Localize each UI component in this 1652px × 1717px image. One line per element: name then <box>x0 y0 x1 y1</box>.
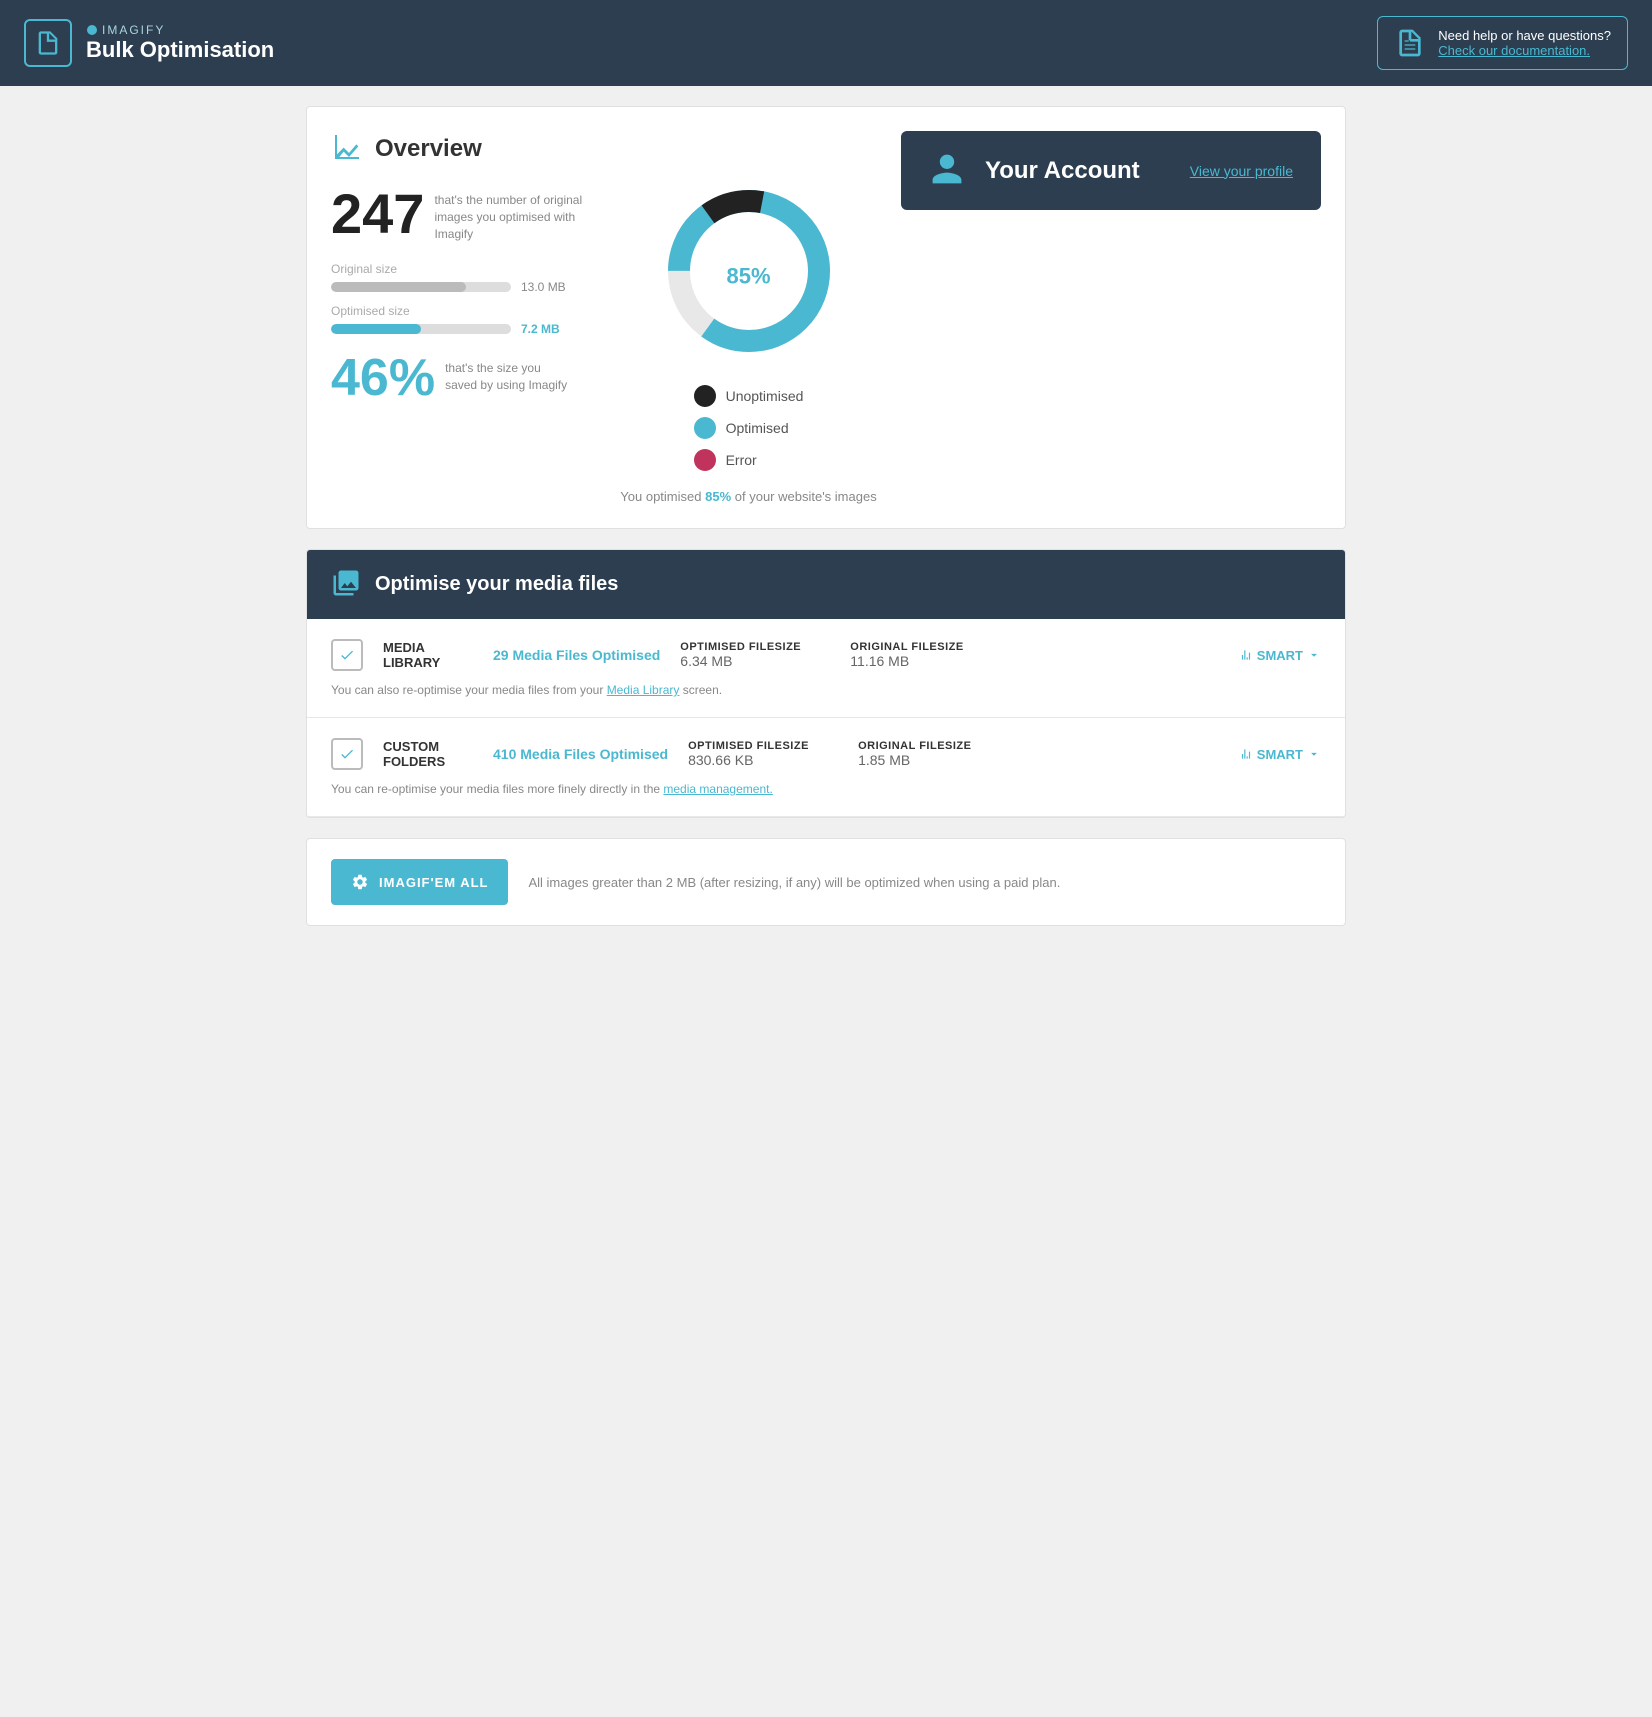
overview-title: Overview <box>375 135 482 163</box>
help-box: Need help or have questions? Check our d… <box>1377 16 1628 70</box>
logo-icon <box>24 19 72 67</box>
imagifem-label: IMAGIF'EM ALL <box>379 875 488 890</box>
media-library-row: MEDIALIBRARY 29 Media Files Optimised OP… <box>307 619 1345 718</box>
dropdown-icon-2 <box>1307 747 1321 761</box>
account-icon <box>929 151 965 190</box>
legend: Unoptimised Optimised Error <box>694 385 804 471</box>
header-title: Bulk Optimisation <box>86 37 274 63</box>
media-header-icon <box>331 568 361 601</box>
custom-folders-note: You can re-optimise your media files mor… <box>331 782 1321 796</box>
media-header: Optimise your media files <box>307 550 1345 619</box>
savings-pct: 46% <box>331 352 435 404</box>
media-library-note: You can also re-optimise your media file… <box>331 683 1321 697</box>
optimised-note-pct: 85% <box>705 489 731 504</box>
media-header-title: Optimise your media files <box>375 573 618 596</box>
imagifem-all-button[interactable]: IMAGIF'EM ALL <box>331 859 508 905</box>
original-size-bar-fill <box>331 282 466 292</box>
images-desc: that's the number of original images you… <box>434 186 594 242</box>
custom-folders-smart[interactable]: SMART <box>1239 747 1321 762</box>
media-library-files: 29 Media Files Optimised <box>493 647 660 663</box>
optimised-size-label: Optimised size <box>331 304 596 318</box>
docs-link[interactable]: Check our documentation. <box>1438 43 1611 58</box>
optimised-size-bar-fill <box>331 324 421 334</box>
custom-folders-opt-filesize: OPTIMISED FILESIZE 830.66 KB <box>688 740 838 768</box>
donut-label: 85% <box>726 249 770 294</box>
page-header: IMAGIFY Bulk Optimisation Need help or h… <box>0 0 1652 86</box>
custom-folders-orig-filesize: ORIGINAL FILESIZE 1.85 MB <box>858 740 1008 768</box>
overview-left: Overview 247 that's the number of origin… <box>331 131 596 404</box>
images-count: 247 <box>331 186 424 242</box>
custom-folders-files: 410 Media Files Optimised <box>493 746 668 762</box>
optimised-size-value: 7.2 MB <box>521 322 560 336</box>
media-library-name: MEDIALIBRARY <box>383 640 473 670</box>
header-left: IMAGIFY Bulk Optimisation <box>24 19 274 67</box>
media-management-link[interactable]: media management. <box>663 782 772 796</box>
cta-section: IMAGIF'EM ALL All images greater than 2 … <box>306 838 1346 926</box>
optimised-dot <box>694 417 716 439</box>
document-icon <box>1394 27 1426 59</box>
overview-header: Overview <box>331 131 596 166</box>
custom-folders-name: CUSTOMFOLDERS <box>383 739 473 769</box>
brand-name: IMAGIFY <box>86 23 274 37</box>
cta-note: All images greater than 2 MB (after resi… <box>528 875 1060 890</box>
images-icon <box>331 568 361 598</box>
overview-top-row: Overview 247 that's the number of origin… <box>331 131 1321 504</box>
savings-section: 46% that's the size you saved by using I… <box>331 352 596 404</box>
help-question: Need help or have questions? <box>1438 28 1611 43</box>
media-library-smart[interactable]: SMART <box>1239 648 1321 663</box>
chart-icon <box>331 131 363 163</box>
legend-optimised-label: Optimised <box>726 420 789 436</box>
dropdown-icon <box>1307 648 1321 662</box>
overview-section: Overview 247 that's the number of origin… <box>306 106 1346 529</box>
check-icon <box>339 647 355 663</box>
error-dot <box>694 449 716 471</box>
bar-chart-icon-2 <box>1239 747 1253 761</box>
check-icon-2 <box>339 746 355 762</box>
account-box: Your Account View your profile <box>901 131 1321 210</box>
custom-folders-row: CUSTOMFOLDERS 410 Media Files Optimised … <box>307 718 1345 817</box>
custom-folders-checkbox[interactable] <box>331 738 363 770</box>
bar-chart-icon <box>1239 648 1253 662</box>
original-size-bar-row: 13.0 MB <box>331 280 596 294</box>
help-text-block: Need help or have questions? Check our d… <box>1438 28 1611 58</box>
user-icon <box>929 151 965 187</box>
overview-icon <box>331 131 363 166</box>
legend-optimised: Optimised <box>694 417 804 439</box>
media-section: Optimise your media files MEDIALIBRARY 2… <box>306 549 1346 818</box>
account-box-wrapper: Your Account View your profile <box>901 131 1321 230</box>
original-size-label: Original size <box>331 262 596 276</box>
main-content: Overview 247 that's the number of origin… <box>286 86 1366 946</box>
optimised-size-bar-row: 7.2 MB <box>331 322 596 336</box>
original-size-bar-bg <box>331 282 511 292</box>
media-library-orig-filesize: ORIGINAL FILESIZE 11.16 MB <box>850 641 1000 669</box>
original-size-value: 13.0 MB <box>521 280 566 294</box>
donut-section: 85% Unoptimised Optimised Error <box>616 131 881 504</box>
legend-unoptimised-label: Unoptimised <box>726 388 804 404</box>
media-library-row-top: MEDIALIBRARY 29 Media Files Optimised OP… <box>331 639 1321 671</box>
unoptimised-dot <box>694 385 716 407</box>
legend-error-label: Error <box>726 452 757 468</box>
donut-symbol: % <box>751 264 771 289</box>
optimised-note: You optimised 85% of your website's imag… <box>620 489 876 504</box>
optimised-size-bar-bg <box>331 324 511 334</box>
media-library-opt-filesize: OPTIMISED FILESIZE 6.34 MB <box>680 641 830 669</box>
file-icon <box>34 29 62 57</box>
brand: IMAGIFY Bulk Optimisation <box>86 23 274 63</box>
view-profile-link[interactable]: View your profile <box>1190 163 1293 179</box>
legend-unoptimised: Unoptimised <box>694 385 804 407</box>
custom-folders-row-top: CUSTOMFOLDERS 410 Media Files Optimised … <box>331 738 1321 770</box>
images-count-row: 247 that's the number of original images… <box>331 186 596 242</box>
legend-error: Error <box>694 449 804 471</box>
savings-desc: that's the size you saved by using Imagi… <box>445 352 575 394</box>
imagify-small-icon <box>86 24 98 36</box>
size-section: Original size 13.0 MB Optimised size 7.2… <box>331 262 596 336</box>
gear-icon <box>351 873 369 891</box>
account-title: Your Account <box>985 157 1170 185</box>
donut-chart: 85% <box>659 181 839 361</box>
media-library-checkbox[interactable] <box>331 639 363 671</box>
media-library-link[interactable]: Media Library <box>607 683 680 697</box>
